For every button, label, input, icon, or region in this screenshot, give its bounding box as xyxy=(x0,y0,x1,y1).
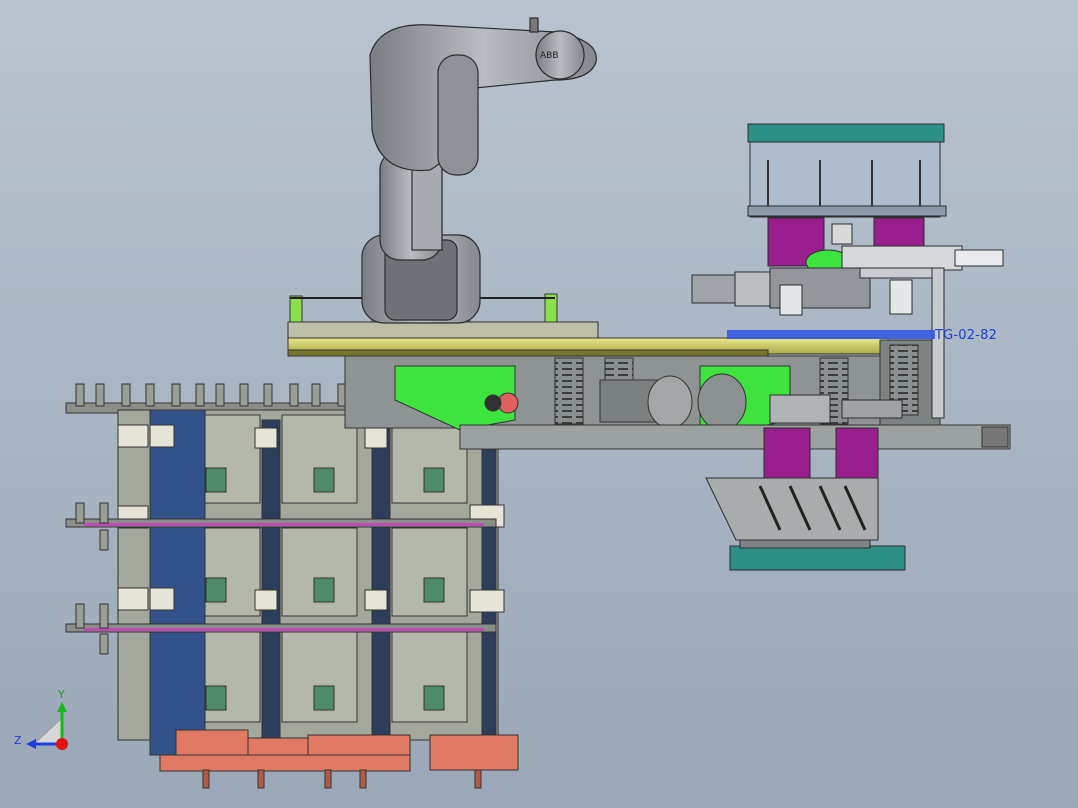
z-axis-label: Z xyxy=(14,734,22,747)
magenta-block-3 xyxy=(763,427,811,481)
turntable-top xyxy=(287,321,599,341)
part-label-highlight xyxy=(727,330,935,339)
magenta-block-4 xyxy=(835,427,879,481)
teal-cap xyxy=(747,123,945,143)
cad-viewport[interactable]: ABB Y Z TG-02-82 xyxy=(0,0,1078,808)
cad-model-drawing: ABB Y Z xyxy=(14,17,1011,789)
y-axis-label: Y xyxy=(57,688,65,701)
robot-arm: ABB xyxy=(361,17,597,324)
y-axis-arrow xyxy=(57,702,67,712)
rack-module xyxy=(65,383,519,789)
part-number-label[interactable]: TG-02-82 xyxy=(935,328,997,343)
blue-column-4 xyxy=(481,419,497,756)
axis-triad: Y Z xyxy=(14,688,68,750)
blue-column-3 xyxy=(371,419,391,756)
x-axis-dot xyxy=(56,738,68,750)
slide-rail xyxy=(459,424,1011,450)
robot-brand-logo: ABB xyxy=(540,51,559,61)
blue-column-2 xyxy=(261,419,281,756)
z-axis-arrow xyxy=(26,739,36,749)
blue-column-1 xyxy=(149,409,206,756)
base-block xyxy=(729,545,906,571)
pneumatic-cylinder xyxy=(841,245,963,271)
rack-base xyxy=(159,729,519,772)
